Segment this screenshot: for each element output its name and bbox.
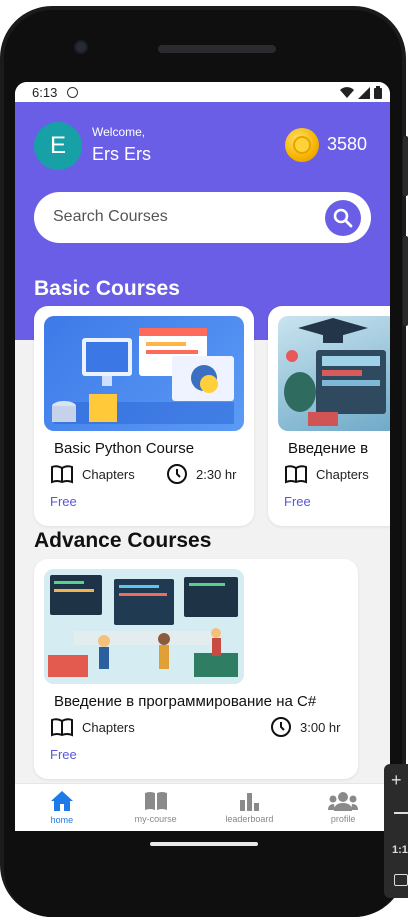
book-open-icon [51,718,73,737]
course-title: Basic Python Course [54,440,195,457]
search-bar[interactable]: Search Courses [34,192,371,243]
basic-courses-title: Basic Courses [34,277,180,300]
graduation-illustration [284,318,386,426]
chapters-info: Chapters [284,464,369,484]
zoom-in-icon[interactable]: + [391,770,402,791]
course-thumbnail [44,316,244,431]
advance-courses-title: Advance Courses [34,529,212,552]
emulator-toolbar: + 1:1 [384,764,408,898]
clock-icon [167,464,187,484]
duration-info: 3:00 hr [270,716,340,738]
search-button[interactable] [325,200,361,236]
zoom-out-icon[interactable] [394,812,408,814]
status-icons [340,86,382,99]
search-icon [333,208,353,228]
people-icon [328,792,359,811]
course-thumbnail [44,569,244,684]
signal-icon [358,86,370,99]
home-icon [50,791,73,811]
app-screen: 6:13 E Welcome, Ers Ers 3580 Search Cour… [15,82,390,831]
nav-item-my-course[interactable]: my-course [109,784,203,831]
status-time: 6:13 [32,85,58,100]
fit-screen-icon[interactable] [394,874,408,886]
course-card-basic-python[interactable]: Basic Python Course Chapters 2:30 hr Fre… [34,306,254,526]
chapters-label: Chapters [82,719,135,735]
chapters-label: Chapters [316,466,369,482]
programming-illustration [44,569,244,684]
course-thumbnail [278,316,390,431]
price-label: Free [284,494,311,509]
duration-label: 3:00 hr [300,719,341,735]
gesture-home-bar[interactable] [150,842,258,846]
chapters-info: Chapters [50,464,135,484]
front-camera [74,40,88,54]
battery-icon [374,86,382,99]
course-card-intro[interactable]: Введение в Chapters Free [268,306,390,526]
nav-label-profile: profile [330,814,356,824]
coin-count: 3580 [327,134,368,154]
search-input[interactable]: Search Courses [53,208,168,226]
price-label: Free [50,494,77,509]
course-card-csharp[interactable]: Введение в программирование на C# Chapte… [34,559,358,779]
chapters-info: Chapters [50,717,135,737]
duration-label: 2:30 hr [196,466,237,482]
nav-label-my-course: my-course [134,814,177,824]
earpiece-speaker [158,45,276,53]
nav-item-leaderboard[interactable]: leaderboard [203,784,297,831]
course-title: Введение в программирование на C# [54,693,317,710]
coin-icon [285,128,319,162]
book-open-icon [285,465,307,484]
notification-icon [67,87,78,98]
nav-label-leaderboard: leaderboard [225,814,274,824]
status-bar: 6:13 [15,82,390,102]
avatar[interactable]: E [34,122,82,170]
username: Ers Ers [92,144,152,164]
bottom-navigation: home my-course leaderboard profile [15,783,390,831]
nav-item-home[interactable]: home [15,784,109,831]
duration-info: 2:30 hr [166,463,236,485]
power-button[interactable] [403,236,408,326]
book-icon [144,792,167,810]
course-title: Введение в [288,440,369,457]
nav-item-profile[interactable]: profile [296,784,390,831]
actual-size-button[interactable]: 1:1 [392,844,408,856]
price-label: Free [50,747,77,762]
volume-button[interactable] [403,136,408,196]
bar-chart-icon [240,793,260,811]
python-illustration [52,328,234,424]
nav-label-home: home [50,815,74,825]
chapters-label: Chapters [82,466,135,482]
wifi-icon [340,87,354,98]
welcome-text: Welcome, [92,125,146,139]
clock-icon [271,717,291,737]
book-open-icon [51,465,73,484]
